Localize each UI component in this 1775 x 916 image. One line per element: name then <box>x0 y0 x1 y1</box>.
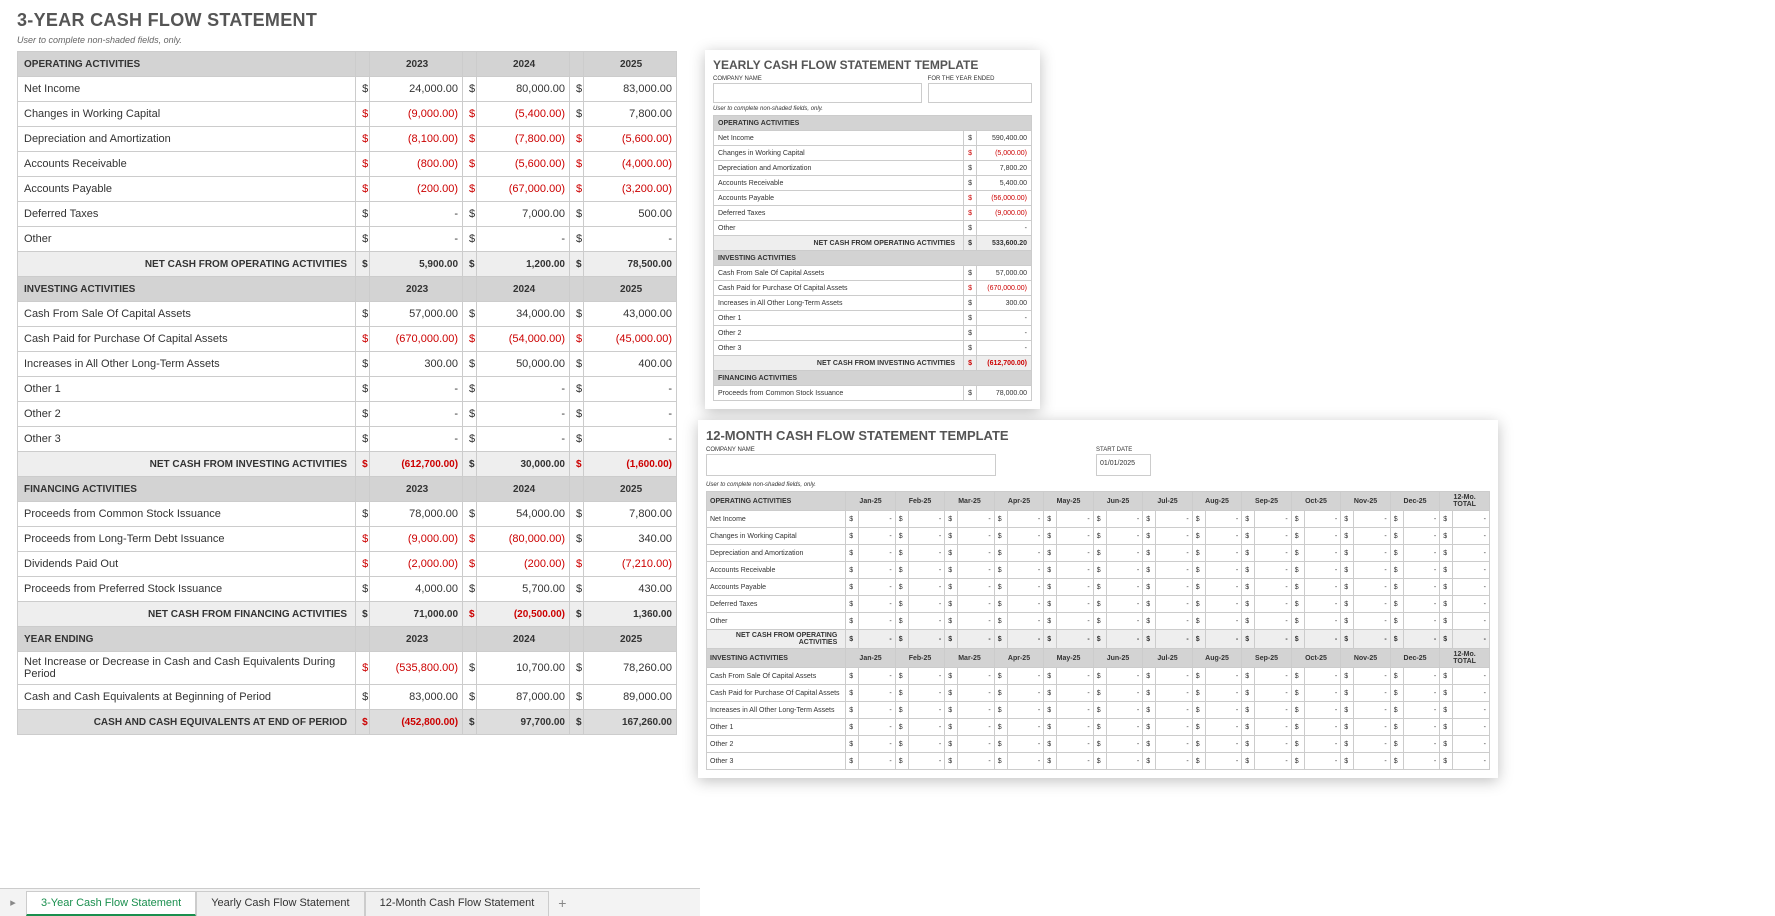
table-row: Cash From Sale Of Capital Assets$57,000.… <box>18 302 677 327</box>
year-ended-label: FOR THE YEAR ENDED <box>928 76 1032 82</box>
table-row: Cash and Cash Equivalents at Beginning o… <box>18 685 677 710</box>
table-row: Cash From Sale Of Capital Assets$57,000.… <box>714 266 1032 281</box>
table-row: Accounts Receivable$(800.00)$(5,600.00)$… <box>18 152 677 177</box>
table-row: Net Income$-$-$-$-$-$-$-$-$-$-$-$-$- <box>707 511 1490 528</box>
table-row: Proceeds from Long-Term Debt Issuance$(9… <box>18 527 677 552</box>
table-row: Other$-$-$- <box>18 227 677 252</box>
table-row: Depreciation and Amortization$7,800.20 <box>714 161 1032 176</box>
table-row: Accounts Payable$(56,000.00) <box>714 191 1032 206</box>
table-row: OPERATING ACTIVITIES202320242025 <box>18 52 677 77</box>
instruction-text: User to complete non-shaded fields, only… <box>17 35 677 45</box>
monthly-startdate-label: START DATE <box>1096 447 1151 453</box>
main-3year-panel: 3-YEAR CASH FLOW STATEMENT User to compl… <box>17 10 677 735</box>
table-row: Accounts Payable$(200.00)$(67,000.00)$(3… <box>18 177 677 202</box>
table-row: Changes in Working Capital$(9,000.00)$(5… <box>18 102 677 127</box>
table-row: Other 2$-$-$- <box>18 402 677 427</box>
table-row: Cash From Sale Of Capital Assets$-$-$-$-… <box>707 668 1490 685</box>
table-row: Deferred Taxes$(9,000.00) <box>714 206 1032 221</box>
table-row: Increases in All Other Long-Term Assets$… <box>707 702 1490 719</box>
table-row: Other 1$- <box>714 311 1032 326</box>
table-row: Proceeds from Common Stock Issuance$78,0… <box>714 386 1032 401</box>
table-row: Other 2$- <box>714 326 1032 341</box>
table-row: Accounts Receivable$-$-$-$-$-$-$-$-$-$-$… <box>707 562 1490 579</box>
table-row: NET CASH FROM OPERATING ACTIVITIES$5,900… <box>18 252 677 277</box>
table-row: Other 3$- <box>714 341 1032 356</box>
table-row: Other 2$-$-$-$-$-$-$-$-$-$-$-$-$- <box>707 736 1490 753</box>
monthly-title: 12-MONTH CASH FLOW STATEMENT TEMPLATE <box>706 428 1490 443</box>
table-row: Net Increase or Decrease in Cash and Cas… <box>18 652 677 685</box>
table-row: Other$-$-$-$-$-$-$-$-$-$-$-$-$- <box>707 613 1490 630</box>
table-row: FINANCING ACTIVITIES <box>714 371 1032 386</box>
table-row: NET CASH FROM FINANCING ACTIVITIES$71,00… <box>18 602 677 627</box>
table-row: Cash Paid for Purchase Of Capital Assets… <box>707 685 1490 702</box>
table-row: Net Income$590,400.00 <box>714 131 1032 146</box>
monthly-instruction: User to complete non-shaded fields, only… <box>706 482 1490 488</box>
table-row: Depreciation and Amortization$-$-$-$-$-$… <box>707 545 1490 562</box>
tab-yearly-cash-flow-statement[interactable]: Yearly Cash Flow Statement <box>196 891 364 916</box>
table-row: INVESTING ACTIVITIESJan-25Feb-25Mar-25Ap… <box>707 649 1490 668</box>
table-row: Proceeds from Common Stock Issuance$78,0… <box>18 502 677 527</box>
table-row: OPERATING ACTIVITIES <box>714 116 1032 131</box>
table-row: Accounts Payable$-$-$-$-$-$-$-$-$-$-$-$-… <box>707 579 1490 596</box>
table-row: Increases in All Other Long-Term Assets$… <box>714 296 1032 311</box>
year-ended-input[interactable] <box>928 83 1032 103</box>
table-row: CASH AND CASH EQUIVALENTS AT END OF PERI… <box>18 710 677 735</box>
table-row: Depreciation and Amortization$(8,100.00)… <box>18 127 677 152</box>
table-row: Net Income$24,000.00$80,000.00$83,000.00 <box>18 77 677 102</box>
table-row: FINANCING ACTIVITIES202320242025 <box>18 477 677 502</box>
yearly-preview-card: YEARLY CASH FLOW STATEMENT TEMPLATE COMP… <box>705 50 1040 409</box>
table-row: Other 1$-$-$-$-$-$-$-$-$-$-$-$-$- <box>707 719 1490 736</box>
sheet-tabs: ▸ 3-Year Cash Flow StatementYearly Cash … <box>0 888 700 916</box>
tab-12-month-cash-flow-statement[interactable]: 12-Month Cash Flow Statement <box>365 891 550 916</box>
table-row: NET CASH FROM OPERATING ACTIVITIES$-$-$-… <box>707 630 1490 649</box>
table-row: Cash Paid for Purchase Of Capital Assets… <box>18 327 677 352</box>
table-row: NET CASH FROM INVESTING ACTIVITIES$(612,… <box>18 452 677 477</box>
table-row: Deferred Taxes$-$7,000.00$500.00 <box>18 202 677 227</box>
tab-nav-prev-icon[interactable]: ▸ <box>0 896 26 909</box>
table-row: INVESTING ACTIVITIES <box>714 251 1032 266</box>
monthly-startdate-input[interactable]: 01/01/2025 <box>1096 454 1151 476</box>
table-row: Dividends Paid Out$(2,000.00)$(200.00)$(… <box>18 552 677 577</box>
table-row: INVESTING ACTIVITIES202320242025 <box>18 277 677 302</box>
table-row: Proceeds from Preferred Stock Issuance$4… <box>18 577 677 602</box>
table-row: Accounts Receivable$5,400.00 <box>714 176 1032 191</box>
monthly-company-input[interactable] <box>706 454 996 476</box>
tab-3-year-cash-flow-statement[interactable]: 3-Year Cash Flow Statement <box>26 891 196 916</box>
company-label: COMPANY NAME <box>713 76 922 82</box>
monthly-company-label: COMPANY NAME <box>706 447 996 453</box>
page-title: 3-YEAR CASH FLOW STATEMENT <box>17 10 677 31</box>
table-row: Changes in Working Capital$(5,000.00) <box>714 146 1032 161</box>
yearly-table: OPERATING ACTIVITIESNet Income$590,400.0… <box>713 115 1032 401</box>
table-row: Cash Paid for Purchase Of Capital Assets… <box>714 281 1032 296</box>
table-row: Other 3$-$-$-$-$-$-$-$-$-$-$-$-$- <box>707 753 1490 770</box>
monthly-preview-card: 12-MONTH CASH FLOW STATEMENT TEMPLATE CO… <box>698 420 1498 778</box>
table-row: Changes in Working Capital$-$-$-$-$-$-$-… <box>707 528 1490 545</box>
table-row: Deferred Taxes$-$-$-$-$-$-$-$-$-$-$-$-$- <box>707 596 1490 613</box>
add-sheet-button[interactable]: + <box>549 895 575 911</box>
monthly-table: OPERATING ACTIVITIESJan-25Feb-25Mar-25Ap… <box>706 491 1490 770</box>
company-input[interactable] <box>713 83 922 103</box>
yearly-title: YEARLY CASH FLOW STATEMENT TEMPLATE <box>713 58 1032 72</box>
table-row: Increases in All Other Long-Term Assets$… <box>18 352 677 377</box>
table-row: Other$- <box>714 221 1032 236</box>
table-row: YEAR ENDING202320242025 <box>18 627 677 652</box>
cashflow-3year-table: OPERATING ACTIVITIES202320242025Net Inco… <box>17 51 677 735</box>
table-row: NET CASH FROM OPERATING ACTIVITIES$533,6… <box>714 236 1032 251</box>
table-row: NET CASH FROM INVESTING ACTIVITIES$(612,… <box>714 356 1032 371</box>
yearly-instruction: User to complete non-shaded fields, only… <box>713 106 1032 112</box>
table-row: Other 3$-$-$- <box>18 427 677 452</box>
table-row: OPERATING ACTIVITIESJan-25Feb-25Mar-25Ap… <box>707 492 1490 511</box>
table-row: Other 1$-$-$- <box>18 377 677 402</box>
